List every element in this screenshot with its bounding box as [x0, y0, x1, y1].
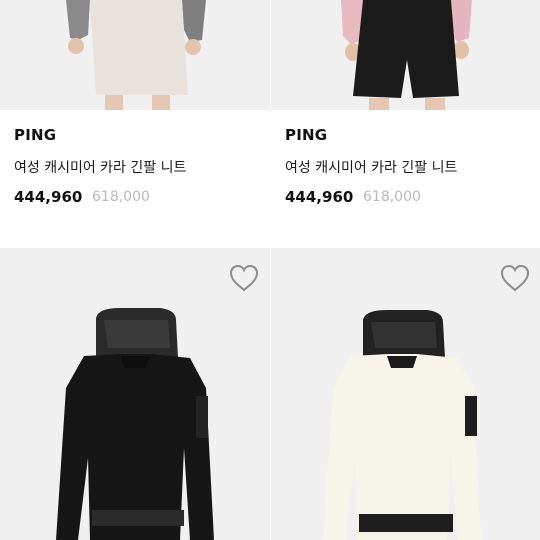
- sale-price: 444,960: [14, 188, 83, 206]
- product-image[interactable]: [0, 0, 270, 110]
- product-name[interactable]: 여성 캐시미어 카라 긴팔 니트: [14, 157, 186, 177]
- original-price: 618,000: [363, 189, 421, 205]
- original-price: 618,000: [92, 189, 150, 205]
- product-card[interactable]: PING 여성 캐시미어 카라 긴팔 니트 444,960 618,000: [0, 0, 270, 222]
- product-grid: PING 여성 캐시미어 카라 긴팔 니트 444,960 618,000 PI…: [0, 0, 540, 540]
- brand-name: PING: [285, 126, 328, 144]
- wishlist-heart-icon[interactable]: [229, 264, 259, 292]
- brand-name: PING: [14, 126, 57, 144]
- row-gap: [0, 222, 540, 248]
- wishlist-heart-icon[interactable]: [500, 264, 530, 292]
- product-image[interactable]: [271, 0, 540, 110]
- sale-price: 444,960: [285, 188, 354, 206]
- product-card[interactable]: PING 여성 캐시미어 카라 긴팔 니트 444,960 618,000: [271, 0, 540, 222]
- product-card[interactable]: [0, 248, 270, 540]
- product-name[interactable]: 여성 캐시미어 카라 긴팔 니트: [285, 157, 457, 177]
- product-card[interactable]: [271, 248, 540, 540]
